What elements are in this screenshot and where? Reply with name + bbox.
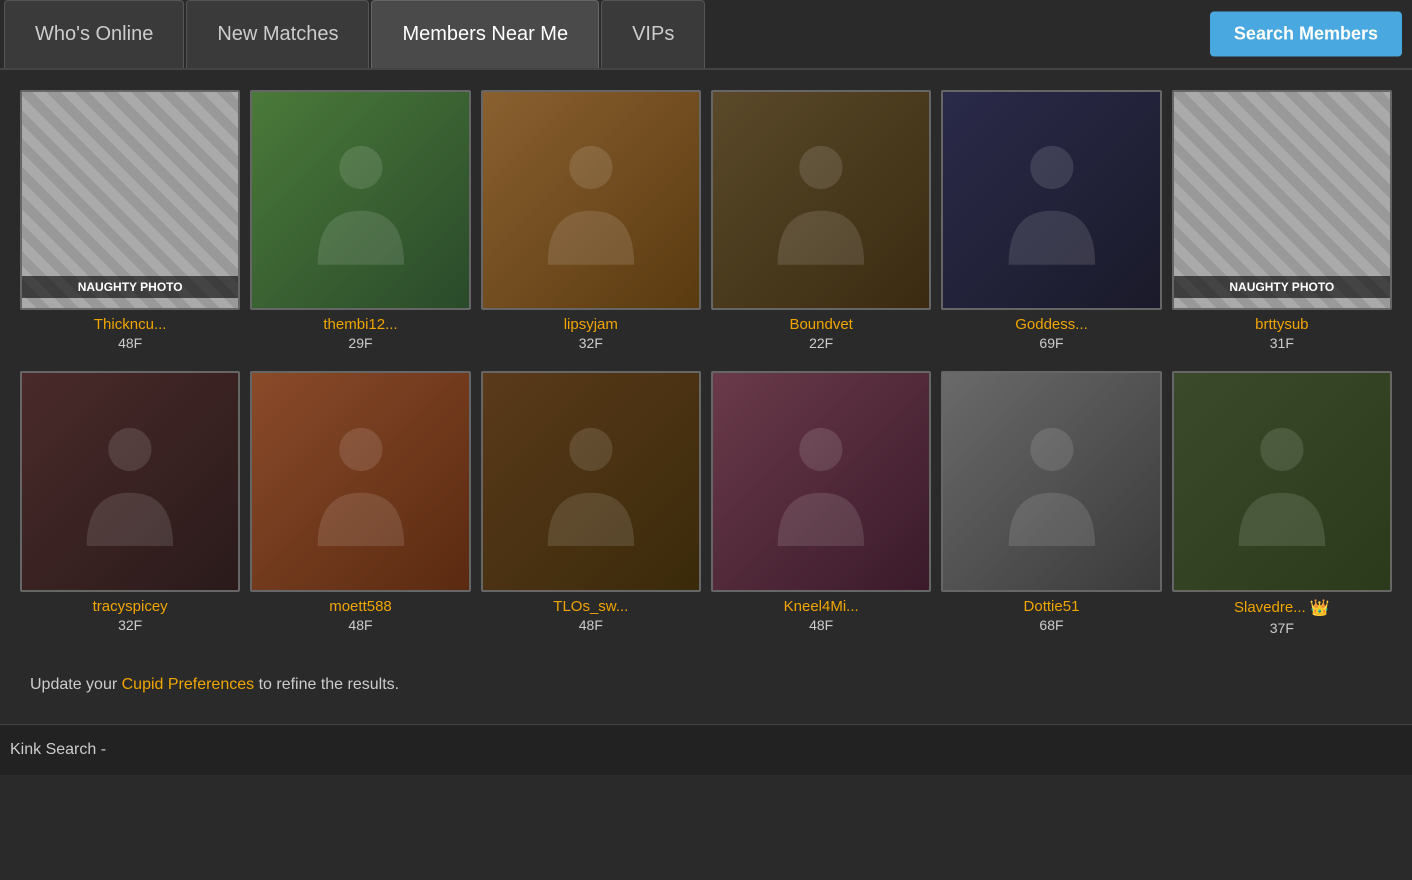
member-card[interactable]: Kneel4Mi... 48F: [711, 371, 931, 635]
member-card[interactable]: NAUGHTY PHOTO brttysub 31F: [1172, 90, 1392, 351]
member-age-gender: 32F: [579, 335, 603, 351]
tab-new-matches[interactable]: New Matches: [186, 0, 369, 68]
member-card[interactable]: Goddess... 69F: [941, 90, 1161, 351]
member-card[interactable]: lipsyjam 32F: [481, 90, 701, 351]
member-username: thembi12...: [323, 316, 397, 333]
member-username: lipsyjam: [564, 316, 618, 333]
member-card[interactable]: moett588 48F: [250, 371, 470, 635]
naughty-label: NAUGHTY PHOTO: [22, 276, 238, 298]
member-age-gender: 31F: [1270, 335, 1294, 351]
member-grid-row1: NAUGHTY PHOTO Thickncu... 48F thembi12..…: [20, 90, 1392, 351]
member-grid-row2: tracyspicey 32F moett588 48F TLOs_sw: [20, 371, 1392, 635]
member-username: Dottie51: [1024, 598, 1080, 615]
member-username: brttysub: [1255, 316, 1308, 333]
member-card[interactable]: TLOs_sw... 48F: [481, 371, 701, 635]
cupid-preferences-link[interactable]: Cupid Preferences: [122, 676, 255, 693]
member-age-gender: 29F: [348, 335, 372, 351]
member-age-gender: 68F: [1039, 617, 1063, 633]
search-members-button[interactable]: Search Members: [1210, 12, 1402, 57]
member-username: Slavedre... 👑: [1234, 598, 1330, 618]
kink-search-bar: Kink Search -: [0, 724, 1412, 775]
member-age-gender: 48F: [809, 617, 833, 633]
member-card[interactable]: tracyspicey 32F: [20, 371, 240, 635]
main-content: NAUGHTY PHOTO Thickncu... 48F thembi12..…: [0, 70, 1412, 724]
member-username: Goddess...: [1015, 316, 1088, 333]
member-username: TLOs_sw...: [553, 598, 628, 615]
member-age-gender: 32F: [118, 617, 142, 633]
member-card[interactable]: NAUGHTY PHOTO Thickncu... 48F: [20, 90, 240, 351]
tab-bar: Who's Online New Matches Members Near Me…: [0, 0, 1412, 70]
member-username: tracyspicey: [93, 598, 168, 615]
tab-whos-online[interactable]: Who's Online: [4, 0, 184, 68]
member-age-gender: 48F: [118, 335, 142, 351]
naughty-label: NAUGHTY PHOTO: [1174, 276, 1390, 298]
member-card[interactable]: Boundvet 22F: [711, 90, 931, 351]
member-age-gender: 37F: [1270, 620, 1294, 636]
preference-notice: Update your Cupid Preferences to refine …: [20, 656, 1392, 714]
member-username: moett588: [329, 598, 392, 615]
member-age-gender: 69F: [1039, 335, 1063, 351]
member-username: Boundvet: [789, 316, 852, 333]
tab-vips[interactable]: VIPs: [601, 0, 705, 68]
member-card[interactable]: thembi12... 29F: [250, 90, 470, 351]
member-age-gender: 22F: [809, 335, 833, 351]
member-age-gender: 48F: [579, 617, 603, 633]
member-age-gender: 48F: [348, 617, 372, 633]
member-username: Kneel4Mi...: [784, 598, 859, 615]
vip-crown-icon: 👑: [1310, 598, 1330, 618]
member-username: Thickncu...: [94, 316, 167, 333]
member-card[interactable]: Dottie51 68F: [941, 371, 1161, 635]
tab-members-near-me[interactable]: Members Near Me: [371, 0, 599, 68]
member-card[interactable]: Slavedre... 👑 37F: [1172, 371, 1392, 635]
